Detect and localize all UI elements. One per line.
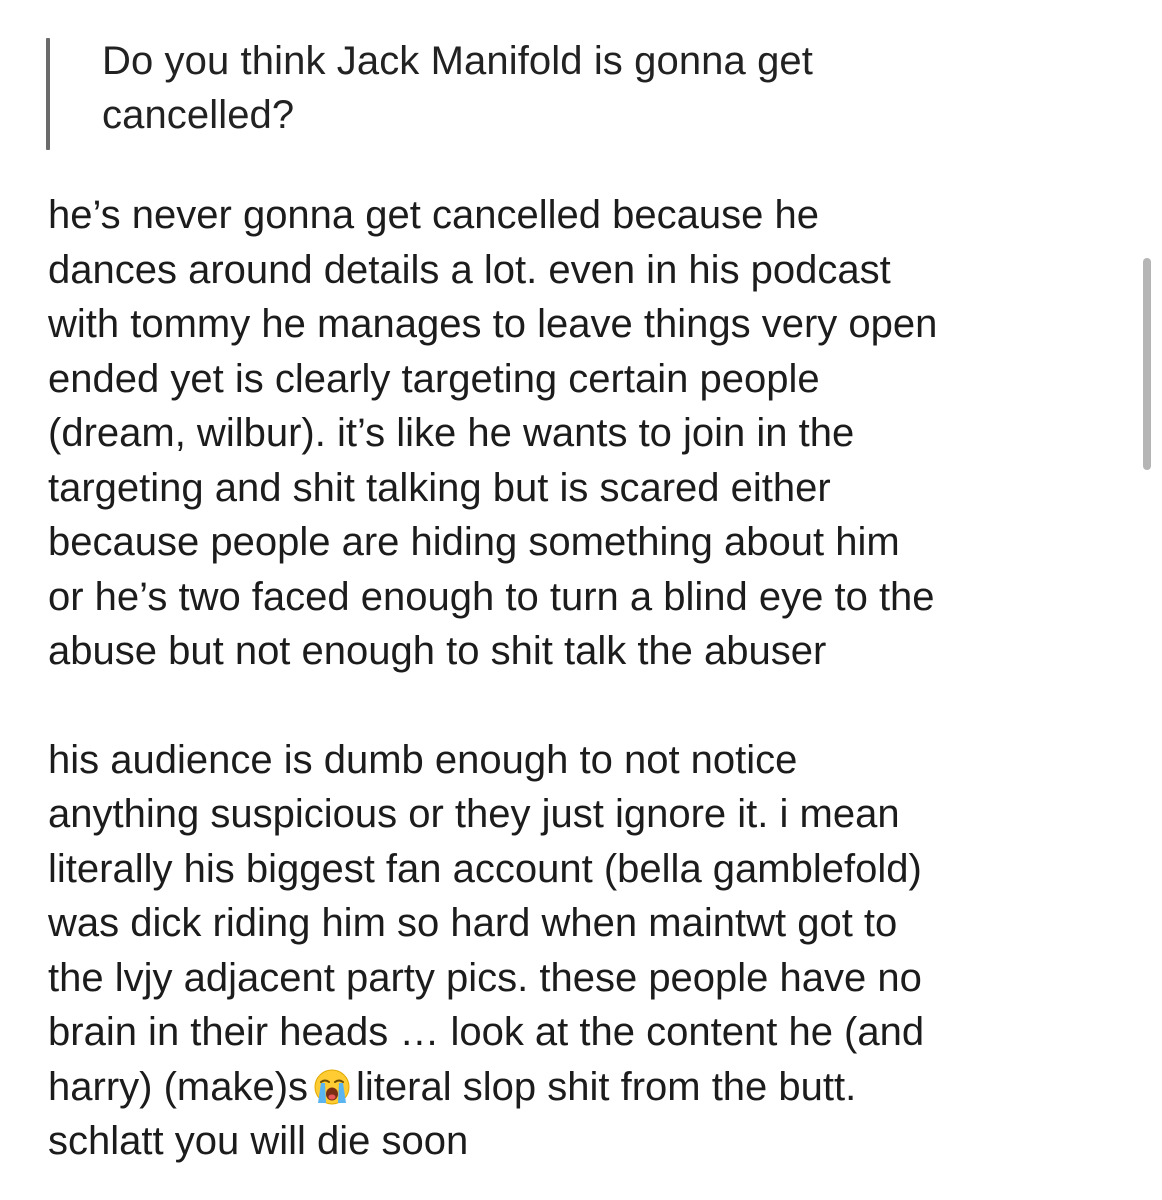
answer-body: he’s never gonna get cancelled because h… [48, 188, 1128, 1169]
answer-paragraph: he’s never gonna get cancelled because h… [48, 193, 938, 673]
question-text: Do you think Jack Manifold is gonna get … [102, 39, 813, 137]
quote-bar [46, 38, 50, 150]
answer-text-segment: his audience is dumb enough to not notic… [48, 737, 925, 1109]
answer-paragraph: his audience is dumb enough to not notic… [48, 733, 1128, 1169]
scrollbar[interactable] [1143, 258, 1151, 470]
loudly-crying-face-icon [314, 1069, 350, 1104]
